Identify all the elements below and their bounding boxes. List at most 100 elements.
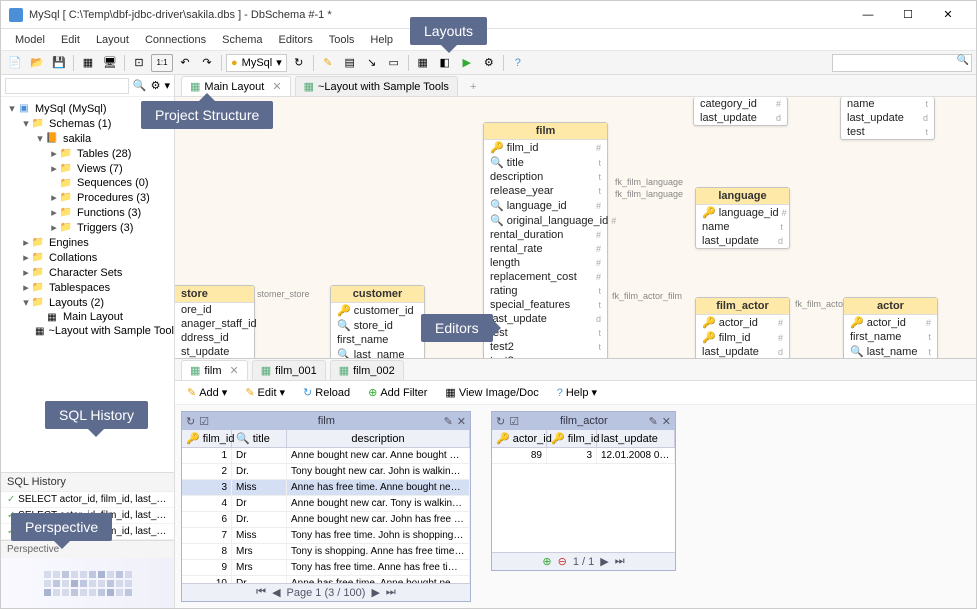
sql-history-row[interactable]: SELECT actor_id, film_id, last_update — [1, 508, 174, 524]
chevron-down-icon[interactable]: ▾ — [164, 79, 170, 92]
tool-play-icon[interactable]: ▶ — [457, 54, 477, 72]
reload-button[interactable]: ↻Reload — [297, 384, 356, 401]
add-layout-button[interactable]: + — [462, 78, 484, 96]
menu-edit[interactable]: Edit — [53, 32, 88, 48]
col-film-id[interactable]: 🔑film_id — [182, 430, 232, 447]
toolbar-search[interactable] — [832, 54, 972, 72]
diagram-canvas[interactable]: store ore_id anager_staff_id ddress_id s… — [175, 97, 976, 358]
tree-db-sakila[interactable]: ▾📙sakila — [3, 131, 172, 146]
entity-actor[interactable]: actor 🔑actor_id# first_namet 🔍last_namet — [843, 297, 938, 358]
close-icon[interactable]: ✕ — [230, 364, 239, 377]
col-title[interactable]: 🔍title — [232, 430, 287, 447]
page-last-icon[interactable]: ⏭ — [615, 555, 625, 568]
table-row[interactable]: 8MrsTony is shopping. Anne has free time… — [182, 544, 470, 560]
project-tree[interactable]: ▾▣MySql (MySql) ▾📁Schemas (1) ▾📙sakila ▸… — [1, 97, 174, 472]
menu-model[interactable]: Model — [7, 32, 53, 48]
tree-functions[interactable]: ▸📁Functions (3) — [3, 205, 172, 220]
sql-history-row[interactable]: SELECT actor_id, film_id, last_update — [1, 492, 174, 508]
editor-tab-film001[interactable]: ▦ film_001 — [252, 360, 326, 380]
add-filter-button[interactable]: ⊕Add Filter — [362, 384, 433, 401]
search-icon[interactable]: 🔍 — [133, 79, 147, 92]
tree-layout-sample[interactable]: ▦~Layout with Sample Tools — [3, 324, 172, 338]
open-icon[interactable]: 📂 — [27, 54, 47, 72]
remove-row-icon[interactable]: ⊖ — [558, 555, 567, 568]
tree-root[interactable]: ▾▣MySql (MySql) — [3, 101, 172, 116]
edit-button[interactable]: ✎Edit ▾ — [239, 384, 291, 401]
table-row[interactable]: 4DrAnne bought new car. Tony is walking.… — [182, 496, 470, 512]
help-button[interactable]: ?Help ▾ — [551, 384, 603, 401]
close-icon[interactable]: ✕ — [272, 80, 281, 93]
layout-icon[interactable]: ▦ — [78, 54, 98, 72]
refresh-icon[interactable]: ↻ — [496, 415, 505, 428]
tree-layout-main[interactable]: ▦Main Layout — [3, 310, 172, 324]
menu-schema[interactable]: Schema — [214, 32, 270, 48]
entity-film-actor[interactable]: film_actor 🔑actor_id# 🔑film_id# last_upd… — [695, 297, 790, 358]
add-button[interactable]: ✎Add ▾ — [181, 384, 233, 401]
menu-editors[interactable]: Editors — [270, 32, 320, 48]
help-icon[interactable]: ? — [508, 54, 528, 72]
col-description[interactable]: description — [287, 430, 470, 447]
tool-pencil-icon[interactable]: ✎ — [318, 54, 338, 72]
tree-schemas[interactable]: ▾📁Schemas (1) — [3, 116, 172, 131]
view-image-button[interactable]: ▦View Image/Doc — [439, 384, 544, 401]
page-prev-icon[interactable]: ◀ — [272, 586, 280, 599]
page-next-icon[interactable]: ▶ — [371, 586, 379, 599]
tree-procedures[interactable]: ▸📁Procedures (3) — [3, 190, 172, 205]
undo-icon[interactable]: ↶ — [175, 54, 195, 72]
tool-view-icon[interactable]: ◧ — [435, 54, 455, 72]
menu-tools[interactable]: Tools — [321, 32, 363, 48]
save-icon[interactable]: 💾 — [49, 54, 69, 72]
table-row[interactable]: 9MrsTony has free time. Anne has free ti… — [182, 560, 470, 576]
table-row[interactable]: 3MissAnne has free time. Anne bought new… — [182, 480, 470, 496]
tab-sample-tools[interactable]: ▦ ~Layout with Sample Tools — [295, 76, 458, 96]
tree-tables[interactable]: ▸📁Tables (28) — [3, 146, 172, 161]
entity-language[interactable]: language 🔑language_id# namet last_update… — [695, 187, 790, 249]
grid-body[interactable]: 89 3 12.01.2008 04:01: — [492, 448, 675, 552]
close-button[interactable]: ✕ — [928, 3, 968, 27]
tab-main-layout[interactable]: ▦ Main Layout ✕ — [181, 76, 291, 96]
check-icon[interactable]: ☑ — [199, 415, 209, 428]
menu-layout[interactable]: Layout — [88, 32, 137, 48]
tree-layouts[interactable]: ▾📁Layouts (2) — [3, 295, 172, 310]
close-icon[interactable]: ✕ — [457, 415, 466, 428]
present-icon[interactable]: 🖥 — [100, 54, 120, 72]
tool-table-icon[interactable]: ▤ — [340, 54, 360, 72]
tree-search-input[interactable] — [5, 78, 129, 94]
database-select[interactable]: ● MySql ▾ — [226, 54, 287, 72]
table-row[interactable]: 7MissTony has free time. John is shoppin… — [182, 528, 470, 544]
tool-note-icon[interactable]: ▭ — [384, 54, 404, 72]
table-row[interactable]: 2Dr.Tony bought new car. John is walking… — [182, 464, 470, 480]
col-last-update[interactable]: last_update — [597, 430, 675, 447]
table-row[interactable]: 10DrAnne has free time. Anne bought new … — [182, 576, 470, 583]
pencil-icon[interactable]: ✎ — [444, 415, 453, 428]
table-row[interactable]: 89 3 12.01.2008 04:01: — [492, 448, 675, 464]
check-icon[interactable]: ☑ — [509, 415, 519, 428]
tree-charsets[interactable]: ▸📁Character Sets — [3, 265, 172, 280]
table-row[interactable]: 6Dr.Anne bought new car. John has free t… — [182, 512, 470, 528]
zoom-100-icon[interactable]: 1:1 — [151, 54, 173, 72]
grid-body[interactable]: 1DrAnne bought new car. Anne bought new2… — [182, 448, 470, 583]
page-last-icon[interactable]: ⏭ — [386, 586, 396, 599]
gear-icon[interactable]: ⚙ — [151, 79, 161, 92]
tree-tablespaces[interactable]: ▸📁Tablespaces — [3, 280, 172, 295]
tree-collations[interactable]: ▸📁Collations — [3, 250, 172, 265]
entity-partial-1[interactable]: category_id# last_updated — [693, 97, 788, 126]
add-row-icon[interactable]: ⊕ — [542, 555, 551, 568]
tree-engines[interactable]: ▸📁Engines — [3, 235, 172, 250]
entity-store[interactable]: store ore_id anager_staff_id ddress_id s… — [175, 285, 255, 358]
tool-sql-icon[interactable]: ▦ — [413, 54, 433, 72]
page-first-icon[interactable]: ⏮ — [256, 586, 266, 599]
refresh-icon[interactable]: ↻ — [186, 415, 195, 428]
table-row[interactable]: 1DrAnne bought new car. Anne bought new — [182, 448, 470, 464]
perspective-minimap[interactable] — [1, 558, 174, 608]
maximize-button[interactable]: ☐ — [888, 3, 928, 27]
tree-views[interactable]: ▸📁Views (7) — [3, 161, 172, 176]
tree-sequences[interactable]: 📁Sequences (0) — [3, 176, 172, 190]
editor-tab-film[interactable]: ▦ film ✕ — [181, 360, 248, 380]
tool-more-icon[interactable]: ⚙ — [479, 54, 499, 72]
zoom-fit-icon[interactable]: ⊡ — [129, 54, 149, 72]
col-actor-id[interactable]: 🔑actor_id — [492, 430, 547, 447]
menu-connections[interactable]: Connections — [137, 32, 214, 48]
menu-help[interactable]: Help — [362, 32, 401, 48]
tool-link-icon[interactable]: ↘ — [362, 54, 382, 72]
